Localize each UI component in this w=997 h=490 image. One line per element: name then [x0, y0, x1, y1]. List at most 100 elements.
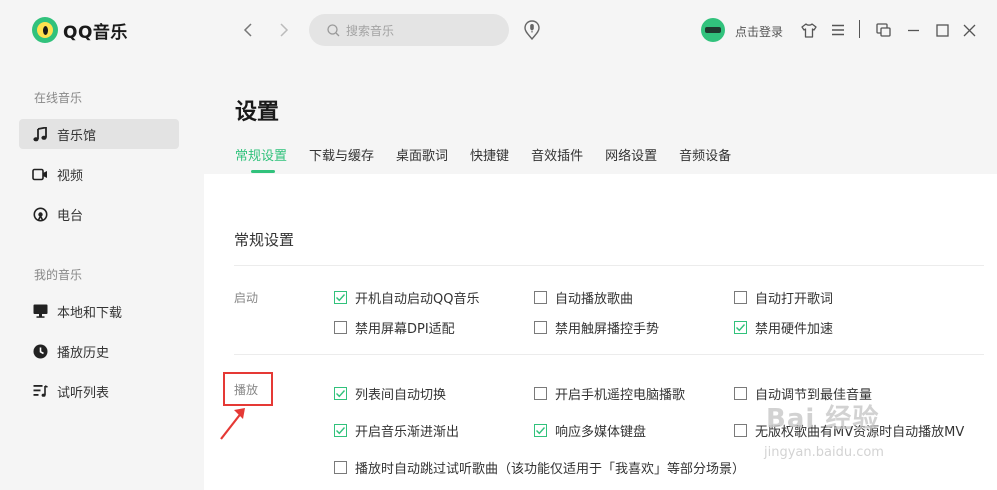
tab-audio-plugins[interactable]: 音效插件 — [531, 145, 583, 173]
sidebar-item-play-history[interactable]: 播放历史 — [19, 336, 179, 366]
annotation-arrow-icon — [220, 408, 245, 440]
checkbox[interactable] — [734, 424, 747, 437]
sidebar-item-label: 电台 — [57, 208, 84, 224]
option-disable-dpi[interactable]: 禁用屏幕DPI适配 — [334, 318, 455, 337]
option-label: 响应多媒体键盘 — [555, 425, 647, 440]
avatar[interactable] — [701, 18, 725, 42]
minimize-button[interactable] — [904, 21, 922, 39]
checkbox[interactable] — [734, 321, 747, 334]
option-label: 开启音乐渐进渐出 — [355, 425, 460, 440]
sidebar-item-label: 音乐馆 — [57, 128, 97, 144]
skin-button[interactable] — [800, 21, 818, 39]
tab-audio-devices[interactable]: 音频设备 — [679, 145, 731, 173]
tab-general[interactable]: 常规设置 — [235, 145, 287, 173]
maximize-button[interactable] — [933, 21, 951, 39]
option-label: 自动播放歌曲 — [555, 292, 634, 307]
checkbox[interactable] — [334, 424, 347, 437]
option-label: 列表间自动切换 — [355, 388, 447, 403]
option-fade-in-out[interactable]: 开启音乐渐进渐出 — [334, 421, 459, 440]
sidebar-item-music-hall[interactable]: 音乐馆 — [19, 119, 179, 149]
annotation-highlight-box — [223, 372, 273, 406]
checkbox[interactable] — [334, 461, 347, 474]
monitor-icon — [32, 303, 48, 319]
app-logo[interactable]: QQ音乐 — [32, 17, 128, 43]
music-note-icon — [32, 126, 48, 142]
close-button[interactable] — [960, 21, 978, 39]
sidebar-item-label: 视频 — [57, 168, 84, 184]
main-menu-button[interactable] — [829, 21, 847, 39]
login-link[interactable]: 点击登录 — [735, 23, 783, 40]
option-autostart[interactable]: 开机自动启动QQ音乐 — [334, 288, 479, 307]
sidebar-item-local-download[interactable]: 本地和下载 — [19, 296, 179, 326]
sidebar-item-trial-list[interactable]: 试听列表 — [19, 376, 179, 406]
clock-icon — [32, 343, 48, 359]
video-icon — [32, 166, 48, 182]
page-title: 设置 — [235, 100, 280, 125]
checkbox[interactable] — [734, 387, 747, 400]
option-disable-touch-gestures[interactable]: 禁用触屏播控手势 — [534, 318, 659, 337]
watermark: Bai 经验 — [766, 404, 880, 434]
section-title: 常规设置 — [234, 231, 295, 249]
app-name: QQ音乐 — [63, 22, 128, 43]
checkbox[interactable] — [534, 387, 547, 400]
sidebar-item-label: 播放历史 — [57, 345, 110, 361]
sidebar-item-radio[interactable]: 电台 — [19, 199, 179, 229]
microphone-icon — [524, 20, 540, 41]
check-icon — [736, 324, 746, 332]
settings-header: 设置 常规设置 下载与缓存 桌面歌词 快捷键 音效插件 网络设置 音频设备 — [204, 68, 997, 174]
checkbox[interactable] — [734, 291, 747, 304]
group-label-startup: 启动 — [234, 291, 259, 305]
maximize-icon — [935, 23, 949, 37]
search-input[interactable]: 搜索音乐 — [309, 14, 509, 46]
shirt-icon — [801, 22, 817, 38]
option-list-auto-switch[interactable]: 列表间自动切换 — [334, 384, 446, 403]
checkbox[interactable] — [334, 291, 347, 304]
option-label: 开机自动启动QQ音乐 — [355, 292, 480, 307]
online-music-title: 在线音乐 — [34, 91, 83, 105]
forward-button[interactable] — [274, 20, 294, 40]
mini-mode-button[interactable] — [874, 21, 892, 39]
option-skip-trial-songs[interactable]: 播放时自动跳过试听歌曲（该功能仅适用于「我喜欢」等部分场景） — [334, 458, 745, 477]
search-icon — [327, 23, 340, 36]
sidebar: QQ音乐 在线音乐 音乐馆 视频 电台 我的音乐 本地和下载 播放历史 试听列表 — [0, 0, 204, 490]
tab-download-cache[interactable]: 下载与缓存 — [309, 145, 374, 173]
check-icon — [336, 390, 346, 398]
sidebar-item-label: 试听列表 — [57, 385, 110, 401]
mini-mode-icon — [875, 23, 891, 37]
divider — [234, 354, 984, 355]
option-disable-hw-accel[interactable]: 禁用硬件加速 — [734, 318, 833, 337]
option-phone-remote[interactable]: 开启手机遥控电脑播歌 — [534, 384, 685, 403]
check-icon — [536, 427, 546, 435]
option-label: 播放时自动跳过试听歌曲（该功能仅适用于「我喜欢」等部分场景） — [355, 462, 746, 477]
toolbar-divider — [859, 20, 860, 38]
checkbox[interactable] — [334, 387, 347, 400]
settings-tabs: 常规设置 下载与缓存 桌面歌词 快捷键 音效插件 网络设置 音频设备 — [235, 145, 753, 173]
option-label: 禁用触屏播控手势 — [555, 322, 660, 337]
option-label: 禁用硬件加速 — [755, 322, 834, 337]
checkbox[interactable] — [334, 321, 347, 334]
close-icon — [963, 24, 975, 36]
tab-desktop-lyrics[interactable]: 桌面歌词 — [396, 145, 448, 173]
chevron-right-icon — [280, 23, 289, 37]
radio-icon — [32, 206, 48, 222]
option-label: 禁用屏幕DPI适配 — [355, 322, 455, 337]
tab-network[interactable]: 网络设置 — [605, 145, 657, 173]
settings-content: 常规设置 启动 开机自动启动QQ音乐 自动播放歌曲 自动打开歌词 禁用屏幕DPI… — [204, 174, 997, 490]
checkbox[interactable] — [534, 321, 547, 334]
checkbox[interactable] — [534, 291, 547, 304]
option-autoplay[interactable]: 自动播放歌曲 — [534, 288, 633, 307]
check-icon — [336, 427, 346, 435]
tab-shortcuts[interactable]: 快捷键 — [470, 145, 509, 173]
option-media-keys[interactable]: 响应多媒体键盘 — [534, 421, 646, 440]
option-auto-open-lyrics[interactable]: 自动打开歌词 — [734, 288, 833, 307]
minimize-icon — [907, 29, 919, 31]
top-bar: 搜索音乐 点击登录 — [204, 0, 997, 68]
sidebar-item-video[interactable]: 视频 — [19, 159, 179, 189]
checkbox[interactable] — [534, 424, 547, 437]
voice-search-button[interactable] — [523, 20, 541, 44]
my-music-title: 我的音乐 — [34, 268, 83, 282]
chevron-left-icon — [243, 23, 252, 37]
back-button[interactable] — [238, 20, 258, 40]
divider — [234, 265, 984, 266]
sidebar-item-label: 本地和下载 — [57, 305, 123, 321]
